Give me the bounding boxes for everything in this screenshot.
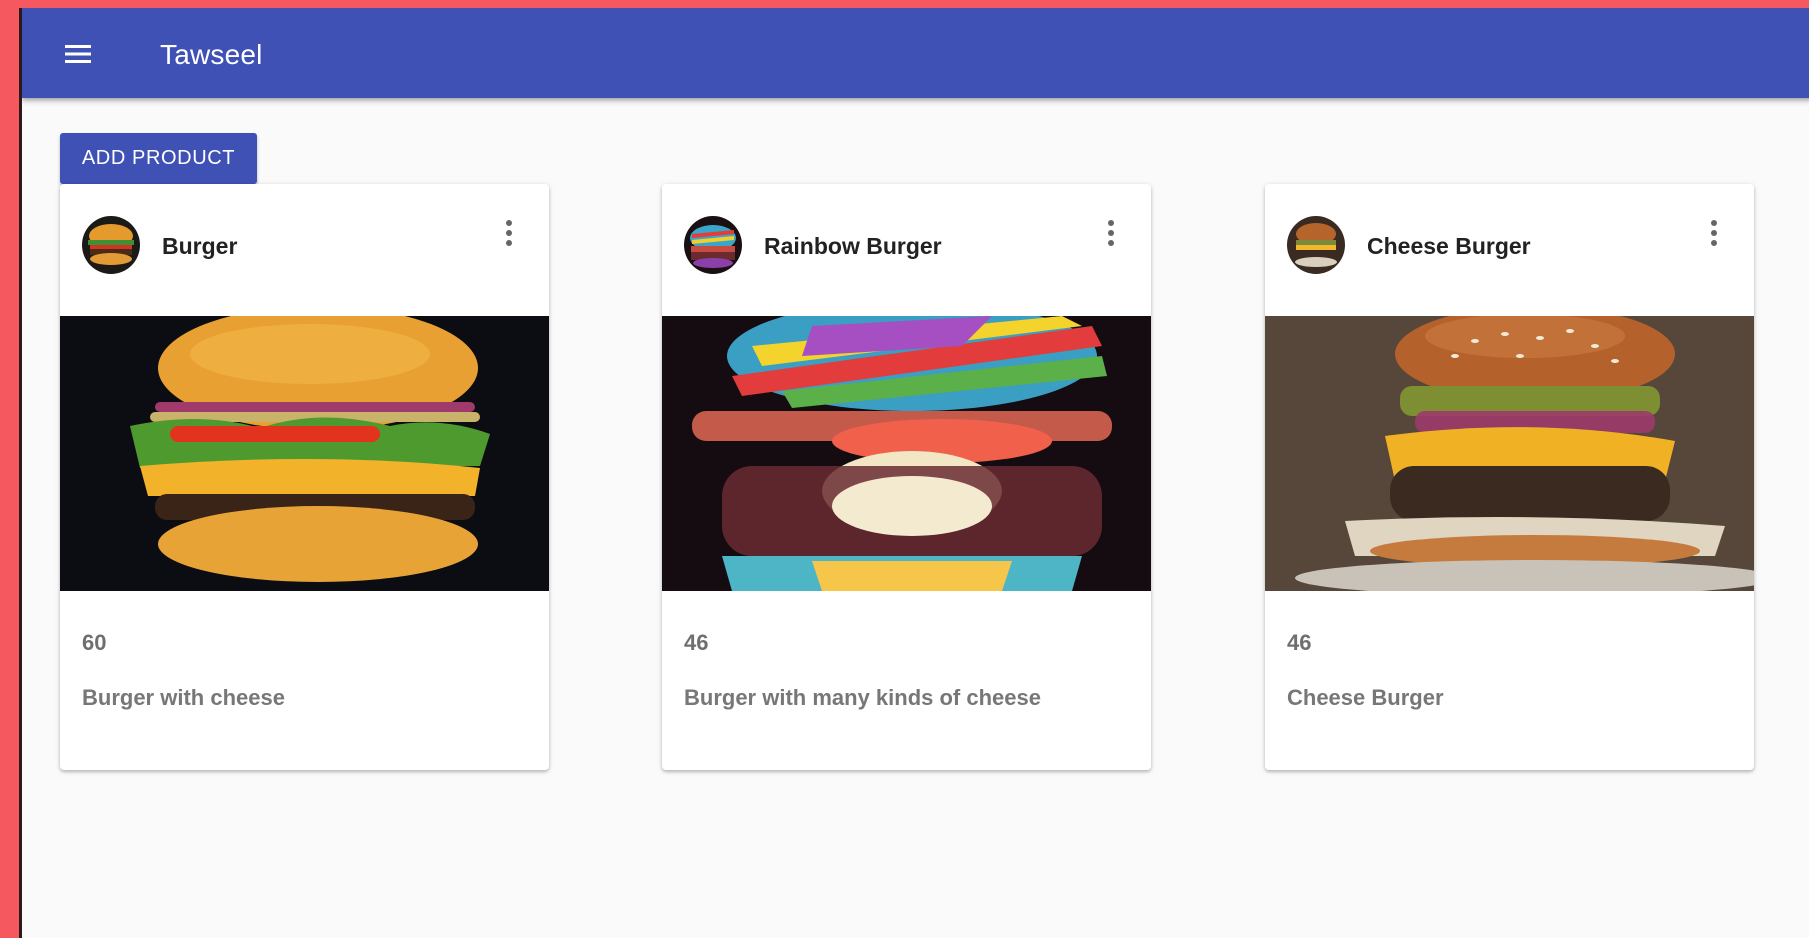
card-header: Burger xyxy=(60,184,549,316)
product-image xyxy=(662,316,1151,591)
burger-thumbnail xyxy=(82,216,140,274)
product-price: 46 xyxy=(1287,630,1312,655)
product-description: Cheese Burger xyxy=(1287,685,1444,710)
more-options-button[interactable] xyxy=(1704,216,1724,252)
product-card: Cheese Burger 46 Cheese Burger xyxy=(1265,184,1754,770)
more-vert-icon xyxy=(1108,220,1114,246)
product-name: Burger xyxy=(162,233,238,259)
product-name: Rainbow Burger xyxy=(764,233,942,259)
more-vert-icon xyxy=(1711,220,1717,246)
menu-button[interactable] xyxy=(60,36,96,72)
cheese-burger-thumbnail xyxy=(1287,216,1345,274)
app-bar: Tawseel xyxy=(22,8,1809,98)
avatar xyxy=(82,216,140,274)
product-image xyxy=(1265,316,1754,591)
product-name: Cheese Burger xyxy=(1367,233,1531,259)
app-title: Tawseel xyxy=(160,39,263,70)
product-description: Burger with cheese xyxy=(82,685,285,710)
avatar xyxy=(684,216,742,274)
card-header: Cheese Burger xyxy=(1265,184,1754,316)
rainbow-burger-thumbnail xyxy=(684,216,742,274)
product-image xyxy=(60,316,549,591)
product-card: Rainbow Burger 46 Burger with many kinds… xyxy=(662,184,1151,770)
app-window: Tawseel ADD PRODUCT Burger 60 Burger wit… xyxy=(19,8,1809,938)
more-options-button[interactable] xyxy=(499,216,519,252)
product-description: Burger with many kinds of cheese xyxy=(684,685,1041,710)
avatar xyxy=(1287,216,1345,274)
menu-icon xyxy=(65,45,91,63)
more-vert-icon xyxy=(506,220,512,246)
product-card: Burger 60 Burger with cheese xyxy=(60,184,549,770)
more-options-button[interactable] xyxy=(1101,216,1121,252)
card-header: Rainbow Burger xyxy=(662,184,1151,316)
add-product-button[interactable]: ADD PRODUCT xyxy=(60,133,257,184)
product-price: 60 xyxy=(82,630,107,655)
product-price: 46 xyxy=(684,630,709,655)
